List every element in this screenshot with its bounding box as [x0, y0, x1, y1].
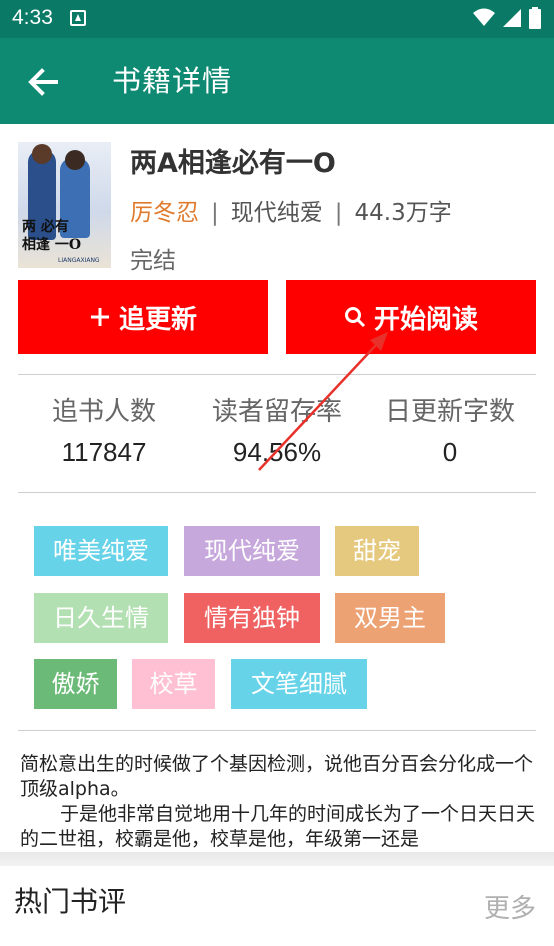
- book-status: 完结: [130, 248, 176, 274]
- tag-chip[interactable]: 双男主: [335, 593, 445, 643]
- divider: [18, 492, 536, 493]
- tag-chip[interactable]: 校草: [132, 659, 215, 709]
- follow-updates-label: 追更新: [118, 304, 197, 335]
- page-title: 书籍详情: [112, 64, 233, 98]
- cover-subtitle: LIANGAXIANG: [58, 257, 100, 264]
- stat-value: 0: [442, 437, 458, 467]
- word-count: 44.3万字: [354, 200, 452, 226]
- app-bar: 书籍详情: [0, 38, 554, 124]
- cover-figure-head: [32, 144, 52, 164]
- follow-updates-button[interactable]: 追更新: [18, 280, 268, 354]
- tag-chip[interactable]: 现代纯爱: [184, 526, 320, 576]
- divider: [18, 730, 536, 731]
- book-category: 现代纯爱: [230, 200, 323, 226]
- battery-icon: [529, 7, 541, 29]
- stat-label: 日更新字数: [384, 397, 515, 427]
- tag-chip[interactable]: 日久生情: [34, 593, 168, 643]
- reviews-section: 热门书评 更多: [0, 866, 554, 946]
- stat-value: 94.56%: [232, 437, 322, 467]
- search-icon: [344, 307, 366, 328]
- wifi-icon: [472, 8, 495, 26]
- author-link[interactable]: 厉冬忍: [130, 200, 199, 226]
- book-detail-screen: 4:33 书籍详情 两 必有 相逢 一O LIANGAXIANG 两A相逢必有一…: [0, 0, 554, 946]
- stat-daily-words: 日更新字数 0: [364, 394, 536, 472]
- more-reviews-link[interactable]: 更多: [484, 890, 536, 928]
- arrow-left-icon: [28, 68, 58, 96]
- stat-retention: 读者留存率 94.56%: [191, 394, 363, 472]
- meta-separator: |: [211, 200, 219, 226]
- description-paragraph: 简松意出生的时候做了个基因检测，说他百分百会分化成一个顶级alpha。: [20, 753, 534, 800]
- reviews-title: 热门书评: [14, 885, 127, 918]
- status-time: 4:33: [12, 6, 53, 29]
- notification-icon: [70, 10, 86, 26]
- description-paragraph: 于是他非常自觉地用十几年的时间成长为了一个日天日天的二世祖，校霸是他，校草是他，…: [20, 803, 536, 850]
- status-icons: [472, 6, 542, 30]
- start-reading-label: 开始阅读: [373, 304, 478, 335]
- plus-icon: [90, 308, 109, 326]
- cover-title-line: 两 必有: [22, 219, 69, 235]
- stat-label: 读者留存率: [211, 397, 342, 427]
- section-separator: [0, 852, 554, 866]
- book-title: 两A相逢必有一O: [130, 148, 336, 179]
- book-meta: 厉冬忍 | 现代纯爱 | 44.3万字: [130, 196, 452, 230]
- tag-chip[interactable]: 唯美纯爱: [34, 526, 168, 576]
- tag-chip[interactable]: 文笔细腻: [231, 659, 367, 709]
- tag-chip[interactable]: 甜宠: [335, 526, 419, 576]
- tag-chip[interactable]: 情有独钟: [184, 593, 320, 643]
- start-reading-button[interactable]: 开始阅读: [286, 280, 536, 354]
- cover-figure-head: [65, 150, 85, 170]
- tag-chip[interactable]: 傲娇: [34, 659, 117, 709]
- meta-separator: |: [334, 200, 343, 226]
- cover-title-line: 相逢 一O: [22, 237, 82, 253]
- stat-label: 追书人数: [51, 397, 156, 427]
- back-button[interactable]: [22, 60, 66, 104]
- status-bar: 4:33: [0, 0, 554, 38]
- stat-followers: 追书人数 117847: [18, 394, 190, 472]
- signal-icon: [502, 9, 521, 27]
- book-description: 简松意出生的时候做了个基因检测，说他百分百会分化成一个顶级alpha。 于是他非…: [20, 752, 538, 852]
- stat-value: 117847: [61, 437, 147, 467]
- divider: [18, 374, 536, 375]
- book-cover[interactable]: 两 必有 相逢 一O LIANGAXIANG: [18, 142, 111, 268]
